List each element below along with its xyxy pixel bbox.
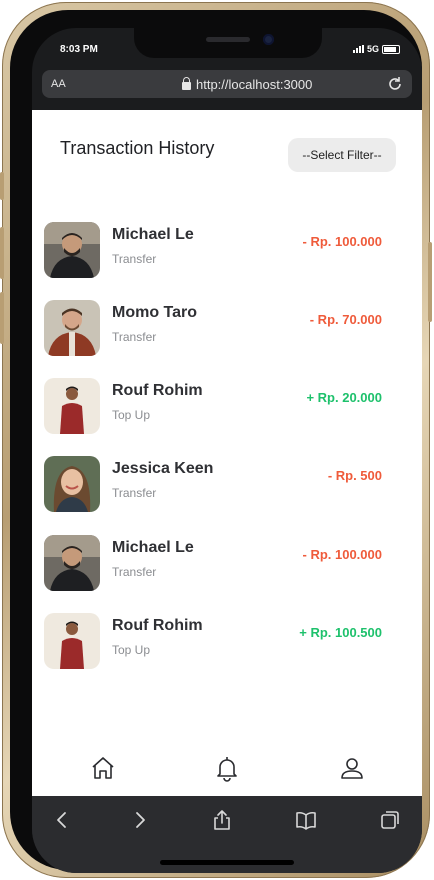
- avatar: [44, 535, 100, 591]
- network-label: 5G: [366, 44, 379, 54]
- front-camera: [263, 34, 274, 45]
- transaction-type: Top Up: [112, 643, 151, 657]
- power-button: [428, 242, 432, 322]
- transaction-amount: - Rp. 100.000: [302, 547, 383, 562]
- status-indicators: 5G: [352, 44, 400, 54]
- notch: [134, 28, 322, 58]
- battery-icon: [382, 44, 400, 54]
- avatar: [44, 613, 100, 669]
- tabs-icon[interactable]: [378, 808, 402, 832]
- transaction-type: Transfer: [112, 565, 157, 579]
- volume-up-button: [0, 227, 4, 279]
- volume-down-button: [0, 292, 4, 344]
- transaction-row[interactable]: Jessica Keen Transfer - Rp. 500: [32, 454, 422, 516]
- url-display[interactable]: http://localhost:3000: [182, 76, 313, 92]
- transaction-type: Transfer: [112, 330, 157, 344]
- transaction-type: Top Up: [112, 408, 151, 422]
- transaction-row[interactable]: Michael Le Transfer - Rp. 100.000: [32, 220, 422, 282]
- phone-bezel: 8:03 PM 5G AA http://localhost:3000 Tran…: [10, 10, 422, 873]
- transaction-name: Michael Le: [112, 539, 194, 556]
- mute-switch: [0, 172, 4, 200]
- transaction-amount: + Rp. 20.000: [306, 390, 382, 405]
- lock-icon: [182, 76, 191, 90]
- avatar: [44, 222, 100, 278]
- transaction-amount: - Rp. 500: [327, 468, 382, 483]
- bottom-navigation: [32, 750, 422, 796]
- bookmarks-icon[interactable]: [294, 808, 318, 832]
- transaction-amount: - Rp. 100.000: [302, 234, 383, 249]
- transaction-row[interactable]: Michael Le Transfer - Rp. 100.000: [32, 533, 422, 595]
- user-icon[interactable]: [338, 754, 366, 782]
- share-icon[interactable]: [210, 808, 234, 832]
- transaction-row[interactable]: Momo Taro Transfer - Rp. 70.000: [32, 298, 422, 360]
- home-icon[interactable]: [89, 754, 117, 782]
- home-indicator[interactable]: [160, 860, 294, 865]
- text-size-button[interactable]: AA: [51, 78, 66, 90]
- browser-toolbar: [32, 796, 422, 873]
- forward-icon[interactable]: [128, 808, 152, 832]
- transaction-name: Momo Taro: [112, 304, 198, 321]
- transaction-name: Jessica Keen: [112, 460, 214, 477]
- reload-icon[interactable]: [386, 75, 404, 93]
- status-time: 8:03 PM: [60, 44, 98, 55]
- avatar: [44, 378, 100, 434]
- transaction-name: Rouf Rohim: [112, 617, 203, 634]
- phone-frame: 8:03 PM 5G AA http://localhost:3000 Tran…: [0, 2, 432, 878]
- transaction-row[interactable]: Rouf Rohim Top Up + Rp. 100.500: [32, 611, 422, 673]
- transaction-name: Michael Le: [112, 226, 194, 243]
- avatar: [44, 456, 100, 512]
- signal-icon: [352, 45, 364, 53]
- transaction-type: Transfer: [112, 252, 157, 266]
- bell-icon[interactable]: [213, 754, 241, 782]
- transaction-name: Rouf Rohim: [112, 382, 203, 399]
- address-bar[interactable]: AA http://localhost:3000: [42, 70, 412, 98]
- screen: 8:03 PM 5G AA http://localhost:3000 Tran…: [32, 28, 422, 873]
- url-text: http://localhost:3000: [196, 77, 313, 92]
- select-filter-dropdown[interactable]: --Select Filter--: [288, 138, 396, 172]
- transaction-amount: + Rp. 100.500: [299, 625, 382, 640]
- page-title: Transaction History: [60, 138, 215, 158]
- transaction-type: Transfer: [112, 486, 157, 500]
- transaction-row[interactable]: Rouf Rohim Top Up + Rp. 20.000: [32, 376, 422, 438]
- transaction-amount: - Rp. 70.000: [309, 312, 382, 327]
- avatar: [44, 300, 100, 356]
- app-content: Transaction History --Select Filter-- Mi…: [32, 110, 422, 796]
- speaker-grille: [206, 37, 250, 42]
- back-icon[interactable]: [50, 808, 74, 832]
